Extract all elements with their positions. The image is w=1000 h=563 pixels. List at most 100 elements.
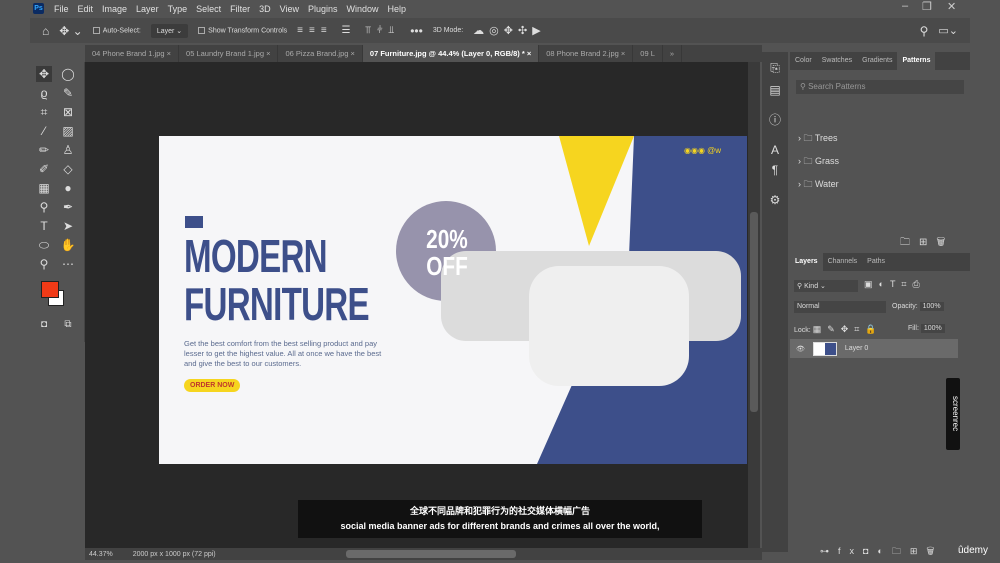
artwork-body: Get the best comfort from the best selli… bbox=[184, 339, 382, 368]
tab-channels[interactable]: Channels bbox=[823, 253, 863, 271]
visibility-eye-icon[interactable]: 👁 bbox=[796, 345, 805, 353]
tab-09[interactable]: 09 L bbox=[633, 45, 663, 62]
tab-swatches[interactable]: Swatches bbox=[817, 52, 857, 70]
layer-select-value: Layer bbox=[156, 27, 175, 35]
brush-icon[interactable]: ✏ bbox=[36, 142, 52, 158]
search-patterns-input[interactable]: Search Patterns bbox=[808, 82, 865, 91]
auto-select-label: Auto-Select: bbox=[102, 27, 141, 35]
screen-mode-icon[interactable]: ⧉ bbox=[60, 317, 76, 333]
lasso-tool-icon[interactable]: ϱ bbox=[36, 85, 52, 101]
kind-filter[interactable]: ⚲ Kind ⌄ bbox=[794, 280, 858, 292]
history-brush-icon[interactable]: ✐ bbox=[36, 161, 52, 177]
healing-icon[interactable]: ▨ bbox=[60, 123, 76, 139]
home-icon[interactable]: ⌂ bbox=[42, 24, 49, 38]
tab-04[interactable]: 04 Phone Brand 1.jpg × bbox=[85, 45, 180, 62]
menu-plugins[interactable]: Plugins bbox=[308, 4, 338, 14]
eyedropper-icon[interactable]: ⁄ bbox=[36, 123, 52, 139]
menu-3d[interactable]: 3D bbox=[259, 4, 271, 14]
info-icon[interactable]: ⓘ bbox=[767, 112, 783, 128]
armchair bbox=[529, 266, 689, 386]
vertical-scrollbar[interactable] bbox=[748, 62, 760, 548]
eraser-icon[interactable]: ◇ bbox=[60, 161, 76, 177]
menu-select[interactable]: Select bbox=[196, 4, 221, 14]
zoom-level[interactable]: 44.37% bbox=[89, 551, 113, 558]
layer-select[interactable]: Layer ⌄ bbox=[150, 23, 189, 38]
opacity-input[interactable]: 100% bbox=[919, 302, 944, 311]
tab-color[interactable]: Color bbox=[790, 52, 817, 70]
document-info[interactable]: 2000 px x 1000 px (72 ppi) bbox=[133, 551, 216, 558]
tab-05[interactable]: 05 Laundry Brand 1.jpg × bbox=[179, 45, 279, 62]
menu-type[interactable]: Type bbox=[168, 4, 188, 14]
frame-tool-icon[interactable]: ⊠ bbox=[60, 104, 76, 120]
tab-paths[interactable]: Paths bbox=[862, 253, 890, 271]
paragraph-icon[interactable]: ¶ bbox=[767, 162, 783, 178]
pattern-folder-trees[interactable]: › 🗀 Trees bbox=[798, 131, 970, 147]
3d-tools-icons[interactable]: ☁◎✥✣▶ bbox=[473, 24, 546, 37]
close-window-icon[interactable]: ✕ bbox=[947, 0, 956, 13]
shape-tool-icon[interactable]: ⬭ bbox=[36, 237, 52, 253]
pattern-actions-icons[interactable]: 🗀⊞🗑 bbox=[900, 235, 954, 252]
tab-patterns[interactable]: Patterns bbox=[897, 52, 936, 70]
pattern-folder-water[interactable]: › 🗀 Water bbox=[798, 177, 970, 193]
pattern-folder-grass[interactable]: › 🗀 Grass bbox=[798, 154, 970, 170]
zoom-tool-icon[interactable]: ⚲ bbox=[36, 256, 52, 272]
fill-input[interactable]: 100% bbox=[920, 324, 945, 333]
hand-tool-icon[interactable]: ✋ bbox=[60, 237, 76, 253]
menu-window[interactable]: Window bbox=[347, 4, 379, 14]
subtitle-english: social media banner ads for different br… bbox=[340, 521, 660, 531]
document-image[interactable]: MODERN FURNITURE Get the best comfort fr… bbox=[159, 136, 747, 464]
workspace-icon[interactable]: ▭⌄ bbox=[938, 24, 958, 37]
blur-icon[interactable]: ● bbox=[60, 180, 76, 196]
menu-layer[interactable]: Layer bbox=[136, 4, 159, 14]
lock-icons[interactable]: ▦✎✥⌗🔒 bbox=[813, 324, 883, 334]
tab-06[interactable]: 06 Pizza Brand.jpg × bbox=[278, 45, 363, 62]
horizontal-scrollbar[interactable] bbox=[345, 550, 516, 558]
properties-icon[interactable]: ⚙ bbox=[767, 192, 783, 208]
layer-row[interactable]: 👁 Layer 0 bbox=[790, 339, 958, 358]
tabs-overflow-icon[interactable]: » bbox=[663, 45, 683, 62]
tab-07-active[interactable]: 07 Furniture.jpg @ 44.4% (Layer 0, RGB/8… bbox=[362, 45, 540, 62]
menu-filter[interactable]: Filter bbox=[230, 4, 250, 14]
toolbar: ✥ ◯ ϱ ✎ ⌗ ⊠ ⁄ ▨ ✏ ♙ ✐ ◇ ▦ ● ⚲ ✒ T ➤ ⬭ ✋ … bbox=[30, 62, 85, 342]
history-icon[interactable]: ⎘ bbox=[767, 60, 783, 76]
align-icons[interactable]: ≡≡≡ ☰ ⫪⫩⫫ bbox=[297, 25, 400, 36]
tab-layers[interactable]: Layers bbox=[790, 253, 823, 271]
layer-actions-icons[interactable]: ⊶fx◘◐🗀⊞🗑 bbox=[820, 544, 944, 560]
comment-icon[interactable]: ▤ bbox=[767, 82, 783, 98]
show-transform-checkbox[interactable]: Show Transform Controls bbox=[198, 26, 287, 34]
menu-edit[interactable]: Edit bbox=[78, 4, 94, 14]
logo-icon bbox=[185, 216, 203, 228]
minimize-icon[interactable]: – bbox=[902, 0, 908, 12]
layers-panel-tabs: Layers Channels Paths bbox=[790, 253, 970, 271]
more-icon[interactable]: ••• bbox=[410, 24, 423, 38]
menu-image[interactable]: Image bbox=[102, 4, 127, 14]
restore-icon[interactable]: ❐ bbox=[922, 0, 932, 13]
crop-tool-icon[interactable]: ⌗ bbox=[36, 104, 52, 120]
udemy-watermark: ûdemy bbox=[958, 545, 989, 556]
social-handle: @w bbox=[707, 146, 722, 155]
menu-view[interactable]: View bbox=[280, 4, 299, 14]
foreground-color-swatch[interactable] bbox=[41, 281, 59, 298]
character-icon[interactable]: A bbox=[767, 142, 783, 158]
stamp-icon[interactable]: ♙ bbox=[60, 142, 76, 158]
path-select-icon[interactable]: ➤ bbox=[60, 218, 76, 234]
gradient-icon[interactable]: ▦ bbox=[36, 180, 52, 196]
quick-mask-icon[interactable]: ◘ bbox=[36, 317, 52, 333]
layer-filter-icons[interactable]: ▣◐T⌗⎙ bbox=[864, 279, 926, 290]
marquee-tool-icon[interactable]: ◯ bbox=[60, 66, 76, 82]
move-tool-icon[interactable]: ✥ ⌄ bbox=[59, 24, 82, 38]
dodge-icon[interactable]: ⚲ bbox=[36, 199, 52, 215]
photoshop-logo: Ps bbox=[33, 3, 44, 14]
menu-help[interactable]: Help bbox=[388, 4, 407, 14]
search-icon[interactable]: ⚲ bbox=[920, 24, 929, 38]
tab-08[interactable]: 08 Phone Brand 2.jpg × bbox=[539, 45, 634, 62]
blend-mode-select[interactable]: Normal bbox=[794, 301, 886, 313]
type-tool-icon[interactable]: T bbox=[36, 218, 52, 234]
tab-gradients[interactable]: Gradients bbox=[857, 52, 897, 70]
move-tool-icon[interactable]: ✥ bbox=[36, 66, 52, 82]
more-tools-icon[interactable]: ⋯ bbox=[60, 256, 76, 272]
pen-icon[interactable]: ✒ bbox=[60, 199, 76, 215]
auto-select-checkbox[interactable]: Auto-Select: bbox=[92, 26, 141, 35]
quick-select-icon[interactable]: ✎ bbox=[60, 85, 76, 101]
menu-file[interactable]: File bbox=[54, 4, 69, 14]
